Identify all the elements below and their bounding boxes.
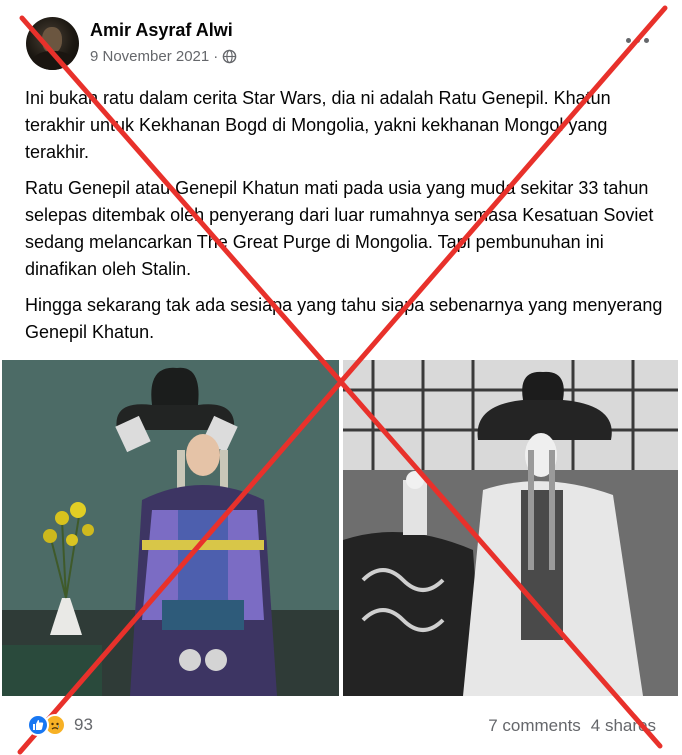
avatar[interactable] — [26, 17, 79, 70]
post-meta: 9 November 2021 · — [90, 48, 237, 65]
globe-icon[interactable] — [222, 49, 237, 64]
black-and-white-portrait-photo[interactable] — [343, 360, 678, 696]
avatar-shoulders — [32, 51, 74, 70]
reaction-count: 93 — [74, 715, 93, 734]
facebook-post: Amir Asyraf Alwi 9 November 2021 · Ini b… — [0, 0, 682, 755]
dot — [635, 37, 640, 43]
photo-grid — [2, 360, 678, 696]
colorized-portrait-illustration — [2, 360, 339, 696]
author-name[interactable]: Amir Asyraf Alwi — [90, 20, 233, 41]
meta-separator: · — [213, 48, 219, 65]
reactions-summary[interactable]: 93 — [27, 714, 93, 736]
post-date[interactable]: 9 November 2021 — [90, 48, 209, 65]
engagement-counts: 7 comments 4 shares — [488, 716, 656, 736]
avatar-face — [42, 27, 62, 53]
comments-count[interactable]: 7 comments — [488, 716, 581, 736]
post-body: Ini bukan ratu dalam cerita Star Wars, d… — [25, 85, 665, 355]
post-paragraph: Ratu Genepil atau Genepil Khatun mati pa… — [25, 178, 654, 279]
dot — [626, 37, 631, 43]
shares-count[interactable]: 4 shares — [591, 716, 656, 736]
black-and-white-portrait-illustration — [343, 360, 678, 696]
more-options-icon[interactable] — [626, 34, 652, 46]
post-footer: 93 7 comments 4 shares — [0, 706, 682, 746]
post-paragraph: Ini bukan ratu dalam cerita Star Wars, d… — [25, 88, 611, 162]
dot — [644, 37, 649, 43]
like-icon — [27, 714, 49, 736]
post-paragraph: Hingga sekarang tak ada sesiapa yang tah… — [25, 295, 663, 342]
colorized-portrait-photo[interactable] — [2, 360, 339, 696]
